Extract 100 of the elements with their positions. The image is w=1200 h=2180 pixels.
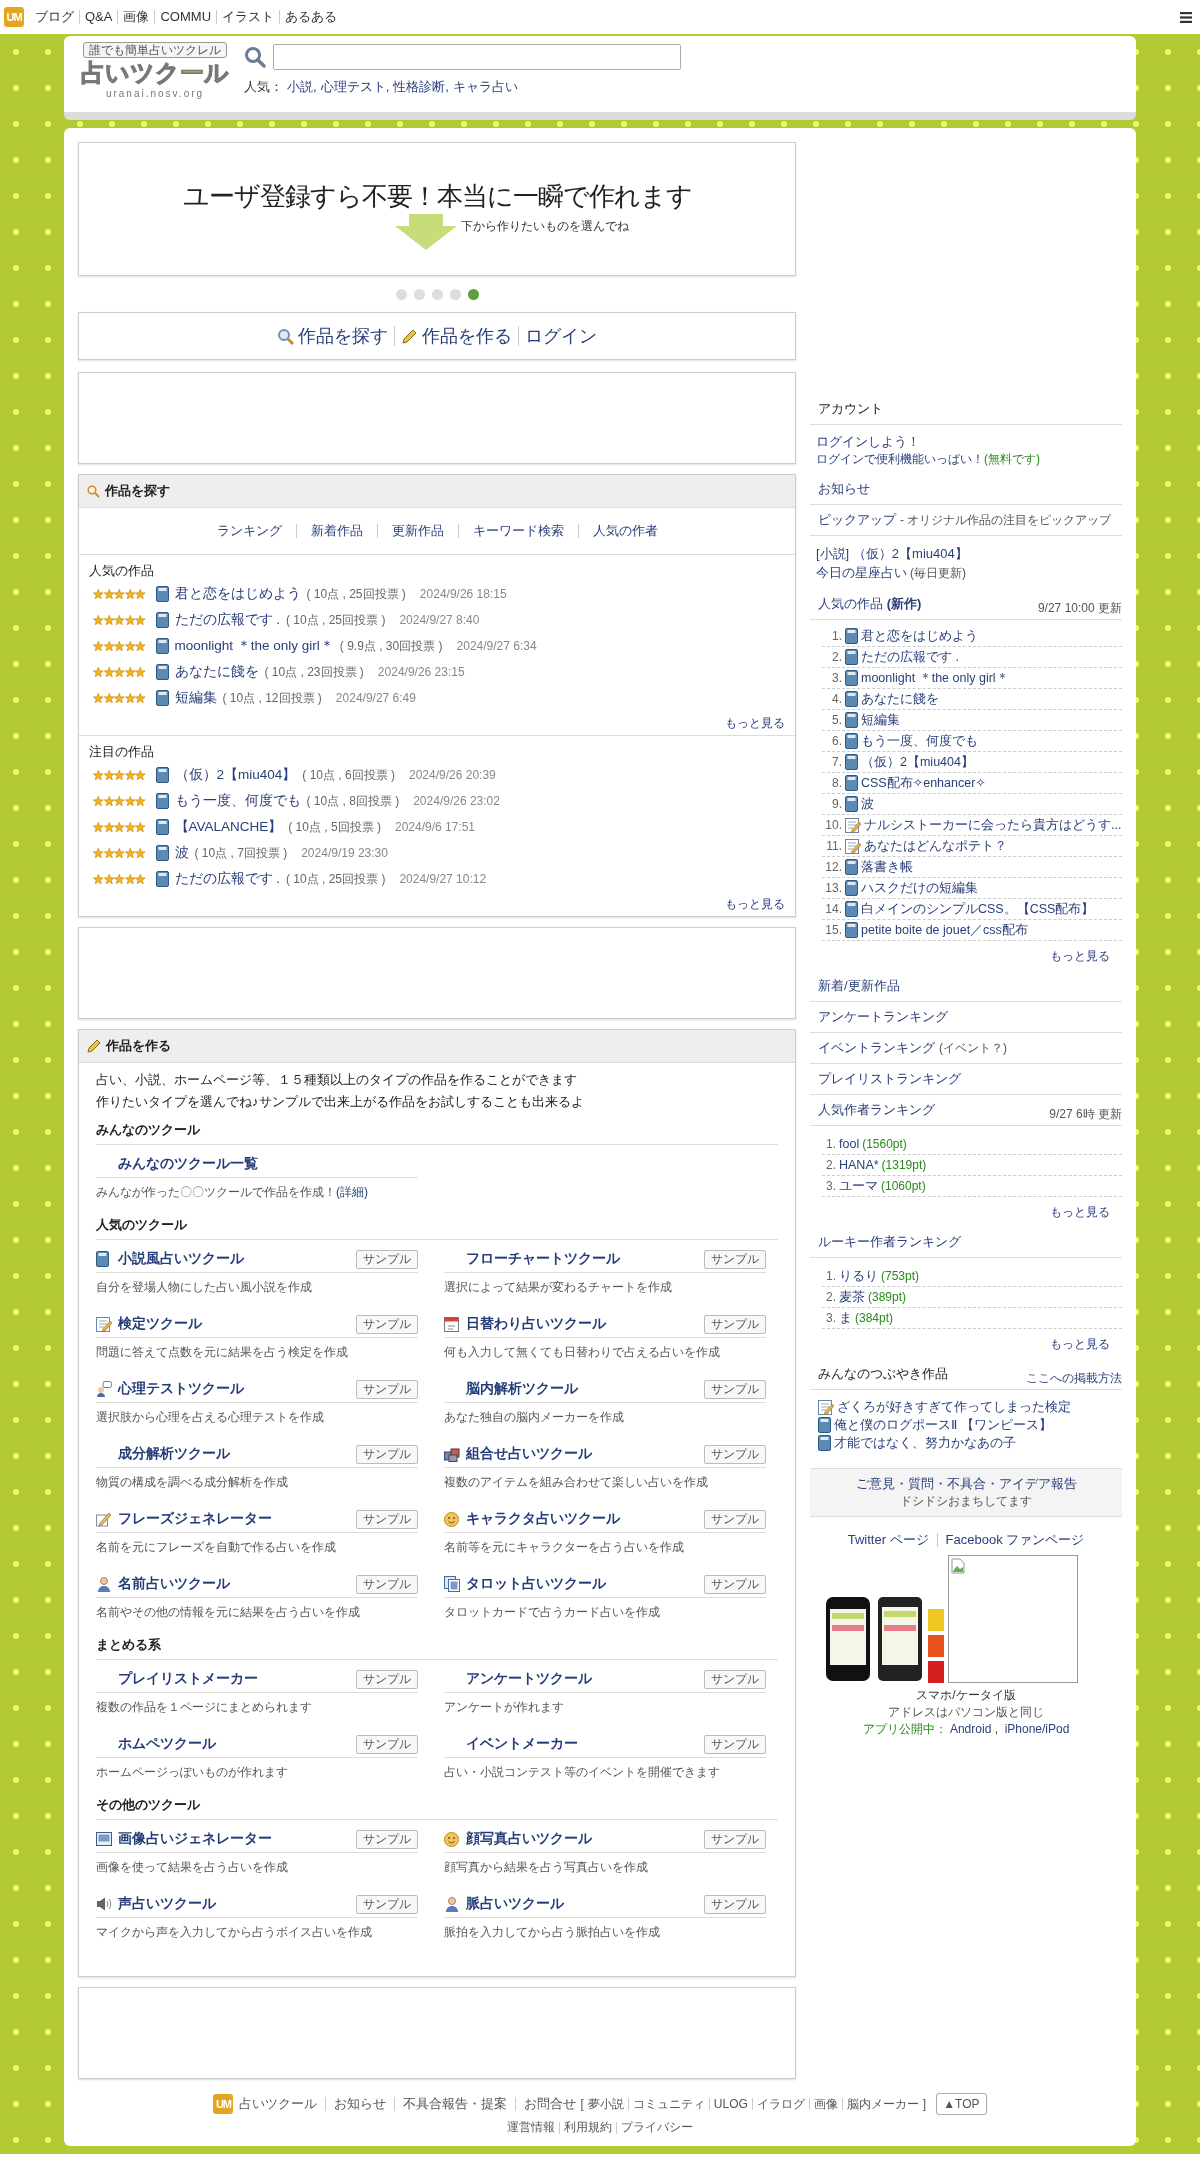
social-link[interactable]: Facebook ファンページ <box>945 1531 1085 1549</box>
more-link[interactable]: もっと見る <box>725 714 785 732</box>
tool-link[interactable]: 日替わり占いツクール <box>466 1315 704 1333</box>
work-link[interactable]: ハスクだけの短編集 <box>861 879 978 897</box>
author-link[interactable]: HANA* <box>839 1158 879 1172</box>
footer-link[interactable]: 利用規約 <box>564 2119 612 2136</box>
work-link[interactable]: 君と恋をはじめよう <box>861 627 978 645</box>
search-field[interactable] <box>273 44 681 70</box>
sample-button[interactable]: サンプル <box>704 1314 766 1334</box>
tool-link[interactable]: フレーズジェネレーター <box>118 1510 356 1528</box>
work-link[interactable]: ただの広報です . <box>174 611 280 629</box>
find-tab[interactable]: キーワード検索 <box>468 522 568 540</box>
work-link[interactable]: ナルシストーカーに会ったら貴方はどうす... <box>864 816 1122 834</box>
tool-link[interactable]: みんなのツクール一覧 <box>118 1155 418 1173</box>
tool-link[interactable]: 検定ツクール <box>118 1315 356 1333</box>
tool-link[interactable]: 小説風占いツクール <box>118 1250 356 1268</box>
work-link[interactable]: 波 <box>861 795 874 813</box>
footer-link[interactable]: 脳内メーカー <box>846 2095 919 2113</box>
feedback-link[interactable]: ご意見・質問・不具合・アイデア報告 <box>855 1475 1077 1493</box>
ranking-link[interactable]: 新着/更新作品 <box>818 977 900 995</box>
work-link[interactable]: 白メインのシンプルCSS。【CSS配布】 <box>861 900 1095 918</box>
work-link[interactable]: petite boite de jouet／css配布 <box>861 921 1028 939</box>
find-tab[interactable]: 新着作品 <box>306 522 367 540</box>
popular-link[interactable]: 心理テスト, <box>320 78 390 96</box>
tool-link[interactable]: 脈占いツクール <box>466 1895 704 1913</box>
footer-link[interactable]: 占いツクール <box>239 2095 318 2113</box>
sample-button[interactable]: サンプル <box>704 1444 766 1464</box>
back-to-top-button[interactable]: ▲TOP <box>936 2093 987 2115</box>
sample-button[interactable]: サンプル <box>704 1894 766 1914</box>
work-link[interactable]: 才能ではなく、努力かなあの子 <box>834 1434 1016 1452</box>
main-nav-link[interactable]: 作品を作る <box>401 324 512 348</box>
tool-link[interactable]: アンケートツクール <box>466 1670 704 1688</box>
author-link[interactable]: fool <box>839 1137 860 1151</box>
howto-link[interactable]: ここへの掲載方法 <box>1026 1370 1122 1389</box>
work-link[interactable]: （仮）2【miu404】 <box>174 766 297 784</box>
sample-button[interactable]: サンプル <box>356 1829 418 1849</box>
top-nav-link[interactable]: Q&A <box>79 10 118 24</box>
find-tab[interactable]: 更新作品 <box>387 522 448 540</box>
sample-button[interactable]: サンプル <box>356 1379 418 1399</box>
tool-link[interactable]: 脳内解析ツクール <box>466 1380 704 1398</box>
sample-button[interactable]: サンプル <box>704 1379 766 1399</box>
sample-button[interactable]: サンプル <box>356 1574 418 1594</box>
footer-link[interactable]: 夢小説 <box>587 2095 624 2113</box>
work-link[interactable]: 短編集 <box>174 689 217 707</box>
top-nav-link[interactable]: イラスト <box>216 10 279 24</box>
work-link[interactable]: 俺と僕のログポースⅡ 【ワンピース】 <box>834 1416 1052 1434</box>
footer-link[interactable]: お知らせ <box>334 2095 387 2113</box>
sample-button[interactable]: サンプル <box>356 1509 418 1529</box>
work-link[interactable]: 落書き帳 <box>861 858 913 876</box>
popular-link[interactable]: 性格診断, <box>393 78 449 96</box>
more-link[interactable]: もっと見る <box>1050 1335 1110 1353</box>
find-tab[interactable]: ランキング <box>212 522 286 540</box>
find-tab[interactable]: 人気の作者 <box>588 522 662 540</box>
work-link[interactable]: moonlight ＊the only girl＊ <box>861 669 1009 687</box>
sample-button[interactable]: サンプル <box>356 1249 418 1269</box>
popular-link[interactable]: キャラ占い <box>452 78 518 96</box>
site-logo[interactable]: 誰でも簡単占いツクレル 占いツクール uranai.nosv.org <box>80 42 230 100</box>
footer-link[interactable]: イラログ <box>756 2095 805 2113</box>
work-link[interactable]: あなたに餞を <box>861 690 939 708</box>
ranking-link[interactable]: イベントランキング <box>818 1039 935 1057</box>
popular-link[interactable]: 小説, <box>287 78 317 96</box>
work-link[interactable]: もう一度、何度でも <box>861 732 978 750</box>
social-link[interactable]: Twitter ページ <box>847 1531 929 1549</box>
top-nav-link[interactable]: COMMU <box>154 10 216 24</box>
author-link[interactable]: 麦茶 <box>839 1288 865 1306</box>
sample-button[interactable]: サンプル <box>356 1444 418 1464</box>
tool-link[interactable]: 組合せ占いツクール <box>466 1445 704 1463</box>
pickup-item[interactable]: [小説] （仮）2【miu404】 <box>816 544 968 563</box>
work-link[interactable]: 君と恋をはじめよう <box>174 585 301 603</box>
sample-button[interactable]: サンプル <box>356 1669 418 1689</box>
footer-link[interactable]: 運営情報 <box>507 2119 555 2136</box>
author-link[interactable]: ユーマ <box>839 1177 878 1195</box>
main-nav-link[interactable]: ログイン <box>525 324 597 348</box>
tool-link[interactable]: タロット占いツクール <box>466 1575 704 1593</box>
work-link[interactable]: （仮）2【miu404】 <box>861 753 974 771</box>
footer-link[interactable]: 画像 <box>813 2095 838 2113</box>
footer-link[interactable]: コミュニティ <box>632 2095 705 2113</box>
details-link[interactable]: (詳細) <box>336 1184 368 1201</box>
work-link[interactable]: 波 <box>174 844 189 862</box>
work-link[interactable]: moonlight ＊the only girl＊ <box>174 637 334 655</box>
work-link[interactable]: もう一度、何度でも <box>174 792 301 810</box>
work-link[interactable]: ただの広報です . <box>861 648 959 666</box>
footer-link[interactable]: 不具合報告・提案 <box>403 2095 508 2113</box>
top-nav-link[interactable]: ブログ <box>30 10 79 24</box>
tool-link[interactable]: プレイリストメーカー <box>118 1670 356 1688</box>
work-link[interactable]: 【AVALANCHE】 <box>174 818 283 836</box>
author-link[interactable]: りるり <box>839 1267 878 1285</box>
tool-link[interactable]: 名前占いツクール <box>118 1575 356 1593</box>
top-nav-link[interactable]: あるある <box>279 10 342 24</box>
main-nav-link[interactable]: 作品を探す <box>277 324 388 348</box>
carousel-dot[interactable] <box>431 288 443 300</box>
more-link[interactable]: もっと見る <box>1050 947 1110 965</box>
ranking-link[interactable]: アンケートランキング <box>818 1008 948 1026</box>
sample-button[interactable]: サンプル <box>704 1574 766 1594</box>
footer-link[interactable]: プライバシー <box>621 2119 693 2136</box>
footer-link[interactable]: お問合せ <box>524 2095 577 2113</box>
tool-link[interactable]: 画像占いジェネレーター <box>118 1830 356 1848</box>
sample-button[interactable]: サンプル <box>704 1249 766 1269</box>
footer-link[interactable]: ULOG <box>713 2097 748 2111</box>
pickup-link[interactable]: ピックアップ <box>818 511 896 529</box>
